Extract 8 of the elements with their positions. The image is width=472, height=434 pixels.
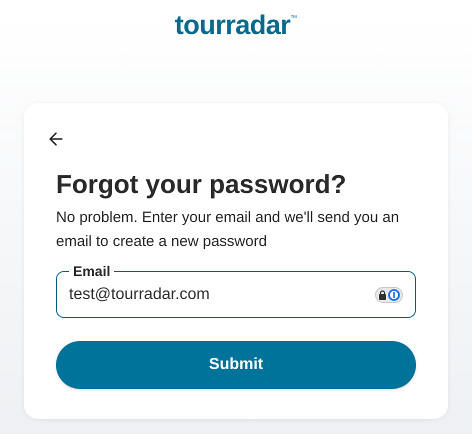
page-title: Forgot your password?	[56, 168, 348, 200]
email-label: Email	[72, 264, 112, 278]
submit-button[interactable]: Submit	[56, 341, 416, 389]
logo-wordmark: tourradar	[174, 10, 290, 40]
email-field[interactable]: Email test@tourradar.com	[56, 264, 416, 318]
description-text: No problem. Enter your email and we'll send you an email to create a new password	[56, 208, 400, 252]
email-input[interactable]: test@tourradar.com	[69, 282, 375, 306]
password-manager-icon[interactable]	[375, 286, 403, 302]
